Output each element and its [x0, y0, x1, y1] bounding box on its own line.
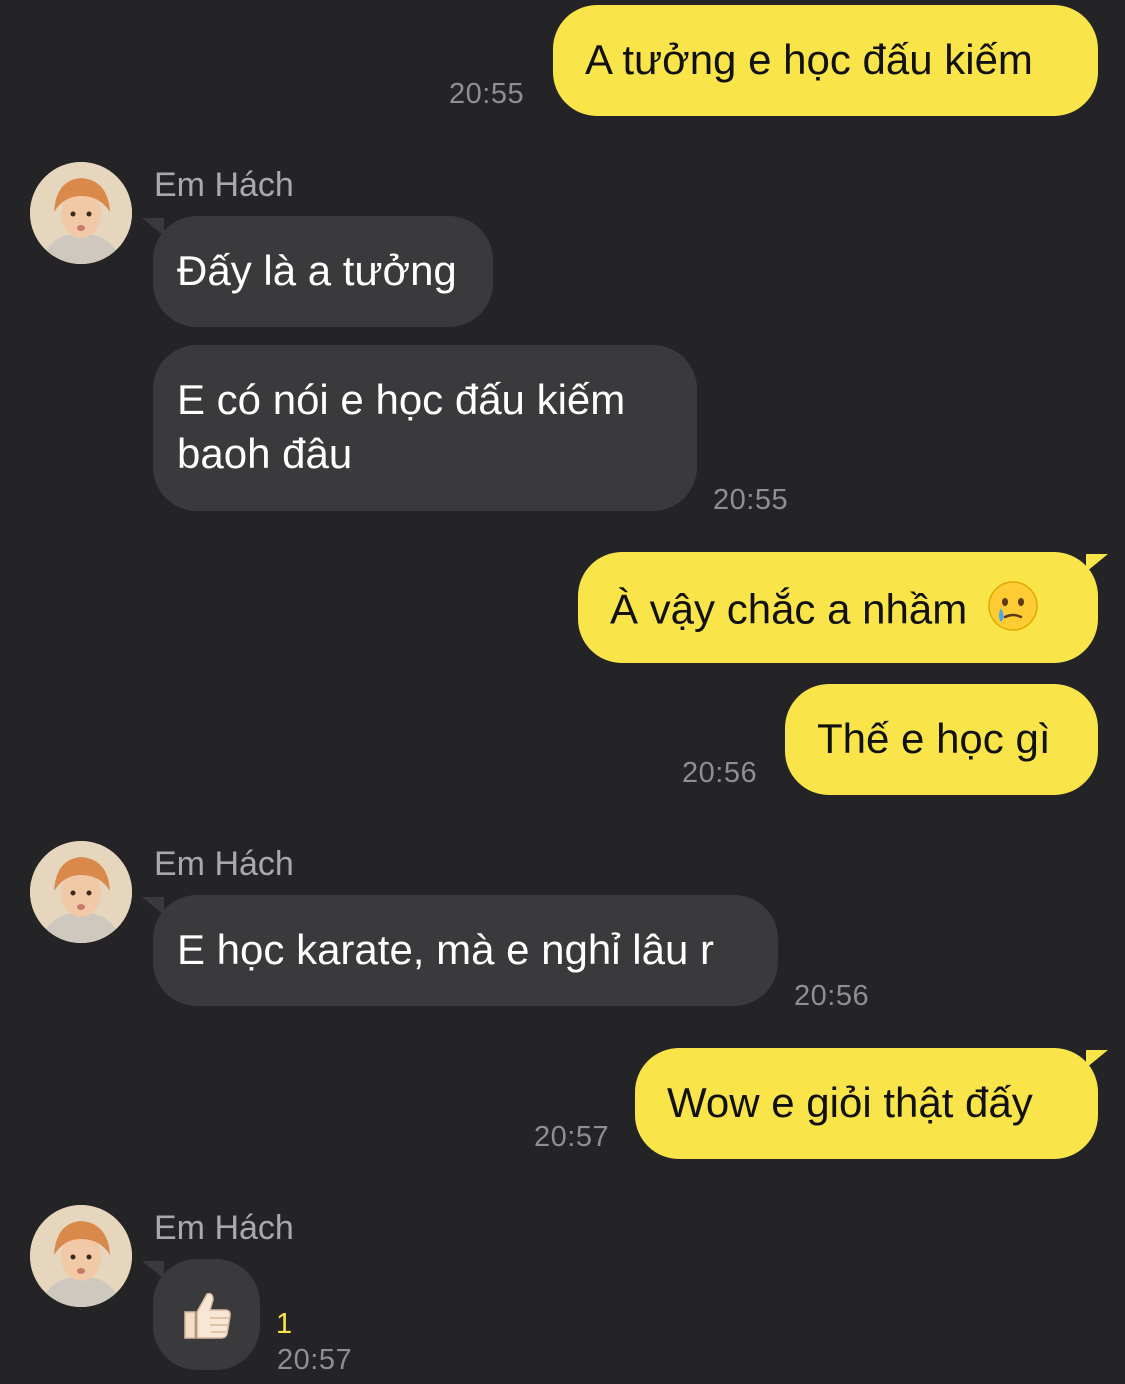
message-timestamp: 20:56	[682, 757, 758, 789]
my-message-bubble[interactable]: A tưởng e học đấu kiếm	[553, 5, 1098, 116]
message-timestamp: 20:56	[794, 980, 870, 1012]
their-message-bubble[interactable]: E học karate, mà e nghỉ lâu r	[153, 895, 778, 1006]
message-timestamp: 20:55	[713, 484, 789, 516]
contact-avatar[interactable]	[30, 162, 132, 264]
contact-name: Em Hách	[154, 845, 294, 883]
avatar-image	[30, 841, 132, 943]
message-timestamp: 20:57	[534, 1121, 610, 1153]
my-message-bubble[interactable]: Thế e học gì	[785, 684, 1098, 795]
message-text: Wow e giỏi thật đấy	[667, 1079, 1033, 1126]
message-timestamp: 20:57	[277, 1344, 353, 1376]
message-text: Đấy là a tưởng	[177, 247, 457, 294]
thumbs-up-icon	[177, 1286, 235, 1357]
their-message-bubble[interactable]: Đấy là a tưởng	[153, 216, 493, 327]
their-message-bubble[interactable]	[153, 1259, 260, 1370]
message-text: A tưởng e học đấu kiếm	[585, 36, 1033, 83]
contact-name: Em Hách	[154, 1209, 294, 1247]
avatar-image	[30, 1205, 132, 1307]
message-text: E học karate, mà e nghỉ lâu r	[177, 926, 714, 973]
message-text-line: baoh đâu	[177, 430, 353, 477]
bubble-tail	[1086, 1050, 1108, 1068]
bubble-tail	[1086, 554, 1108, 572]
unread-count: 1	[276, 1308, 293, 1340]
avatar-image	[30, 162, 132, 264]
message-text-line: E có nói e học đấu kiếm	[177, 376, 626, 423]
their-message-bubble[interactable]: E có nói e học đấu kiếm baoh đâu	[153, 345, 697, 511]
contact-avatar[interactable]	[30, 841, 132, 943]
my-message-bubble[interactable]: Wow e giỏi thật đấy	[635, 1048, 1098, 1159]
my-message-bubble[interactable]: À vậy chắc a nhầm	[578, 552, 1098, 663]
message-text: À vậy chắc a nhầm	[610, 585, 968, 633]
message-timestamp: 20:55	[449, 78, 525, 110]
crying-face-icon	[987, 580, 1039, 645]
contact-name: Em Hách	[154, 166, 294, 204]
contact-avatar[interactable]	[30, 1205, 132, 1307]
message-text: Thế e học gì	[817, 715, 1051, 762]
